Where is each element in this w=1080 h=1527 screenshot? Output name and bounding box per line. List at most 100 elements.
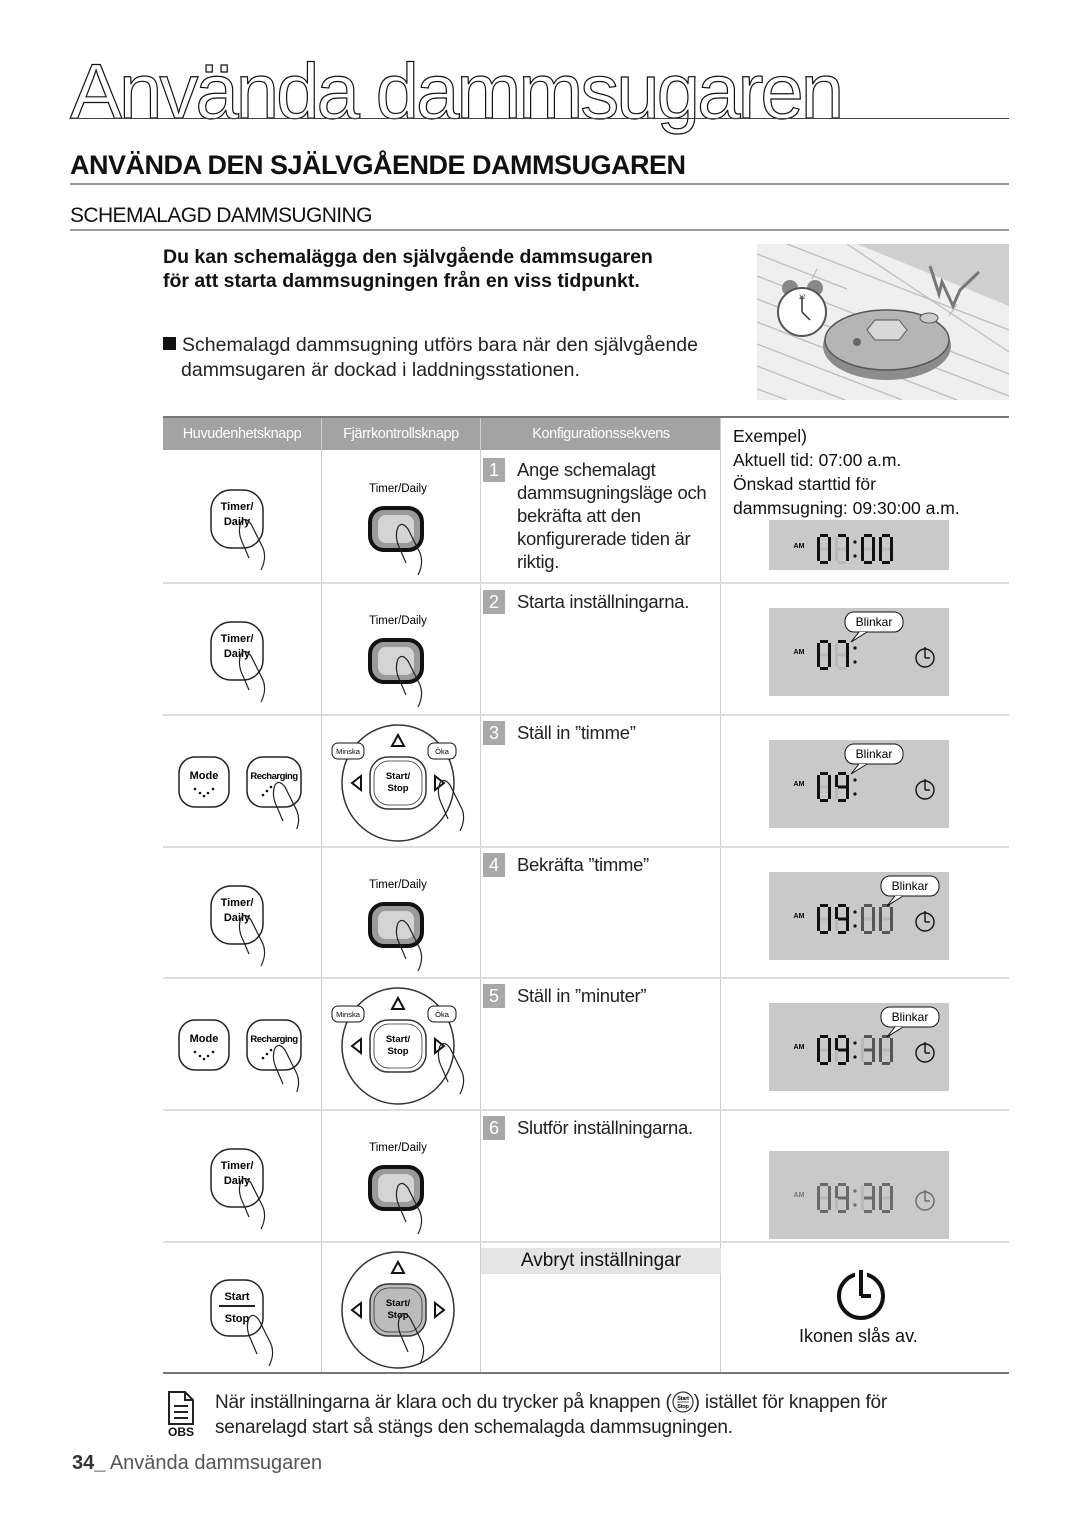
lcd-segment [864, 931, 872, 934]
step-5: 5 Ställ in ”minuter” [483, 984, 717, 1008]
colon-dot [853, 792, 857, 796]
inline-start-text: Start [677, 1396, 689, 1402]
lcd-segment [820, 904, 828, 907]
obs-line-1a: När inställningarna är klara och du tryc… [215, 1392, 672, 1413]
lcd-segment [861, 907, 864, 919]
lcd-segment [882, 1196, 890, 1200]
robot-vacuum-icon [823, 309, 951, 380]
lcd-segment [861, 1198, 864, 1210]
main-timer-daily-button[interactable]: Timer/Daily [203, 612, 283, 712]
lcd-segment [846, 1198, 849, 1210]
colon-dot [853, 1189, 857, 1193]
lcd-segment [820, 667, 828, 670]
lcd-segment [835, 643, 838, 655]
start-label: Start [224, 1291, 249, 1303]
colon-dot [853, 1055, 857, 1059]
lcd-segment [864, 547, 872, 551]
colon-dot [853, 1203, 857, 1207]
lcd-segment [828, 537, 831, 549]
svg-text:12: 12 [799, 295, 806, 301]
lcd-display: AM Blinkar [769, 740, 949, 828]
main-timer-daily-button[interactable]: Timer/Daily [203, 876, 283, 976]
lcd-segment [828, 919, 831, 931]
timer-clock-icon [837, 1268, 885, 1320]
lcd-segment [820, 1035, 828, 1038]
lcd-segment [879, 1050, 882, 1062]
lcd-display: AM Blinkar [769, 1003, 949, 1091]
remote-timer-daily-button[interactable]: Timer/Daily [348, 1134, 458, 1234]
lcd-segment [838, 772, 846, 775]
mode-button[interactable] [178, 1019, 230, 1071]
mode-button[interactable] [178, 756, 230, 808]
inline-stop-text: Stop [677, 1404, 689, 1410]
chapter-rule [70, 118, 1009, 119]
lcd-segment [838, 931, 846, 934]
lcd-segment [838, 640, 846, 643]
main-mode-recharging-buttons[interactable]: Mode Recharging [175, 1012, 315, 1092]
dot-icon [198, 1054, 202, 1058]
lcd-segment [846, 643, 849, 655]
lcd-segment [828, 775, 831, 787]
lcd-segment [882, 931, 890, 934]
lcd-segment [838, 653, 846, 657]
lcd-segment [864, 534, 872, 537]
lcd-segment [817, 537, 820, 549]
dot-icon [261, 1056, 265, 1060]
main-timer-daily-button[interactable]: Timer/Daily [203, 1139, 283, 1239]
lcd-segment [838, 917, 846, 921]
main-start-stop-button[interactable]: Start Stop [203, 1266, 293, 1366]
start-slash-label: Start/ [386, 771, 411, 782]
lcd-segment [817, 787, 820, 799]
step-6: 6 Slutför inställningarna. [483, 1116, 717, 1140]
lcd-display: AM Blinkar [769, 872, 949, 960]
lcd-segment [882, 1048, 890, 1052]
step-number: 1 [483, 458, 505, 482]
lcd-segment [820, 561, 828, 564]
main-mode-recharging-buttons[interactable]: Mode Recharging [175, 749, 315, 829]
recharging-label: Recharging [250, 771, 298, 782]
lcd-segment [846, 537, 849, 549]
remote-direction-dial[interactable]: Start/Stop Minska Öka [328, 982, 468, 1108]
blink-label: Blinkar [892, 1010, 929, 1024]
main-timer-daily-button[interactable]: Timer/Daily [203, 480, 283, 580]
lcd-segment [820, 1062, 828, 1065]
dot-icon [265, 1052, 269, 1056]
lcd-segment [890, 549, 893, 561]
start-stop-inline-icon: Start Stop [672, 1391, 694, 1413]
lcd-segment [835, 907, 838, 919]
remote-timer-daily-button[interactable]: Timer/Daily [348, 607, 458, 707]
mode-label: Mode [190, 770, 219, 782]
lcd-segment [890, 907, 893, 919]
step-text: Ange schemalagt dammsugningsläge och bek… [517, 459, 707, 572]
lcd-segment [872, 537, 875, 549]
lcd-segment [835, 1186, 838, 1198]
lcd-segment [846, 1050, 849, 1062]
lcd-segment [817, 1186, 820, 1198]
colon-dot [853, 1041, 857, 1045]
dot-icon [269, 1048, 273, 1052]
lcd-segment [864, 1062, 872, 1065]
lcd-segment [882, 917, 890, 921]
lcd-segment [882, 547, 890, 551]
decrease-label: Minska [336, 747, 361, 756]
lcd-segment [817, 655, 820, 667]
dot-icon [265, 789, 269, 793]
obs-text: När inställningarna är klara och du tryc… [215, 1390, 887, 1440]
lcd-segment [820, 1048, 828, 1052]
remote-timer-daily-button[interactable]: Timer/Daily [348, 871, 458, 971]
intro-line-1: Du kan schemalägga den självgående damms… [163, 246, 653, 268]
remote-timer-daily-label: Timer/Daily [369, 879, 427, 891]
row-divider [163, 714, 1009, 716]
lcd-segment [828, 787, 831, 799]
lcd-segment [838, 534, 846, 537]
lcd-segment [872, 907, 875, 919]
robot-vacuum-alarm-illustration: 12 [757, 244, 1009, 400]
colon-dot [853, 660, 857, 664]
remote-direction-dial[interactable]: Start/Stop Minska Öka [328, 719, 468, 845]
lcd-segment [835, 655, 838, 667]
lcd-segment [835, 1038, 838, 1050]
lcd-segment [820, 931, 828, 934]
remote-timer-daily-button[interactable]: Timer/Daily [348, 475, 458, 575]
remote-direction-dial[interactable]: Start/Stop [328, 1246, 468, 1372]
colon-dot [853, 540, 857, 544]
